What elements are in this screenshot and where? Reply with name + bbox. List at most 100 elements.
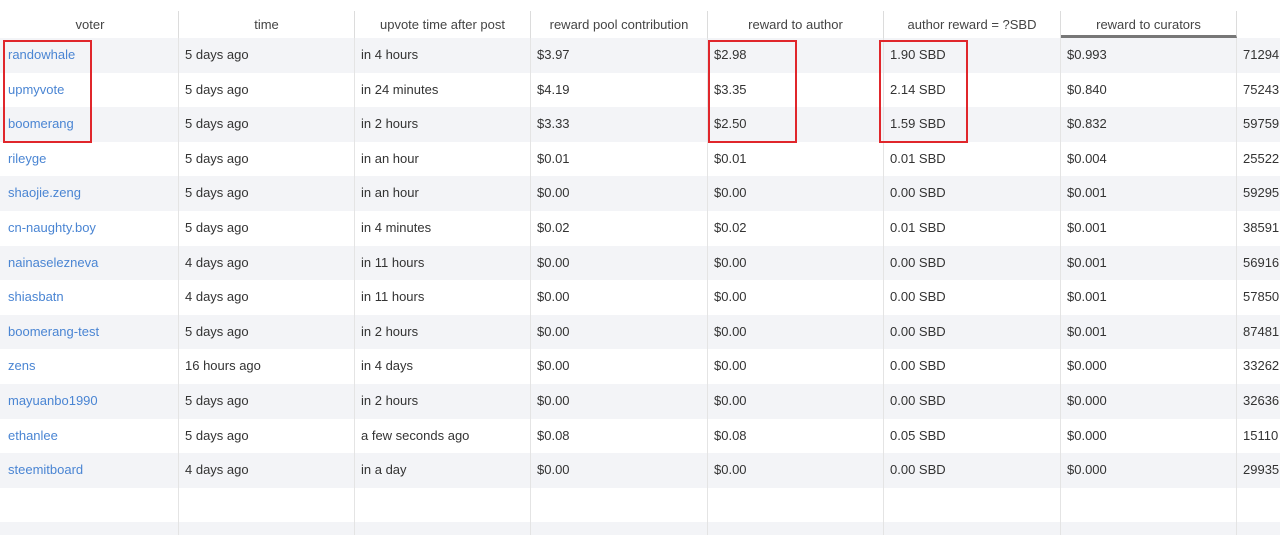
cell-reward-author: $0.00 <box>708 176 884 211</box>
cell-reward-curators: $0.001 <box>1061 176 1237 211</box>
table-row: shaojie.zeng 5 days ago in an hour $0.00 $0.… <box>0 176 1280 211</box>
column-header-extra[interactable] <box>1237 11 1280 38</box>
table-row: mayuanbo1990 5 days ago in 2 hours $0.00 $0.… <box>0 384 1280 419</box>
cell-author-sbd: 1.90 SBD <box>884 38 1061 73</box>
cell-upvote-time: in an hour <box>355 176 531 211</box>
cell-extra: 56916 <box>1243 254 1280 270</box>
cell-extra: 15110 <box>1243 427 1279 443</box>
cell-author-sbd: 0.05 SBD <box>884 418 1061 454</box>
cell-extra: 57850 <box>1243 289 1280 305</box>
cell-time: 5 days ago <box>179 384 355 419</box>
cell-reward-author: $2.50 <box>708 107 884 142</box>
table-row: zens 16 hours ago in 4 days $0.00 $0.00 0.00 … <box>0 349 1280 384</box>
cell-time: 5 days ago <box>179 107 355 142</box>
cell-reward-curators: $0.001 <box>1061 314 1237 350</box>
voter-link[interactable]: boomerang-test <box>2 314 179 350</box>
cell-reward-pool: $0.00 <box>531 176 708 211</box>
cell-extra: 71294 <box>1243 47 1280 62</box>
table-row: boomerang 5 days ago in 2 hours $3.33 $2.50 1… <box>0 107 1280 142</box>
cell-upvote-time: in 2 hours <box>355 384 531 419</box>
cell-reward-author: $0.00 <box>708 280 884 315</box>
cell-reward-curators: $0.004 <box>1061 141 1237 177</box>
cell-extra: 87481 <box>1243 323 1280 339</box>
cell-upvote-time: in 4 days <box>355 349 531 384</box>
cell-reward-curators: $0.001 <box>1061 245 1237 281</box>
voter-link[interactable]: rileyge <box>2 141 179 177</box>
cell-time: 5 days ago <box>179 72 355 108</box>
cell-reward-author: $0.00 <box>708 245 884 281</box>
voter-link[interactable]: nainaselezneva <box>2 245 179 281</box>
cell-reward-pool: $3.33 <box>531 107 708 142</box>
cell-author-sbd: 0.00 SBD <box>884 314 1061 350</box>
table-row: upmyvote 5 days ago in 24 minutes $4.19 $3.3… <box>0 72 1280 108</box>
cell-reward-author: $0.00 <box>708 453 884 488</box>
cell-reward-author: $3.35 <box>708 72 884 108</box>
cell-reward-author: $0.00 <box>708 349 884 384</box>
cell-author-sbd: 2.14 SBD <box>884 72 1061 108</box>
voter-link[interactable]: upmyvote <box>2 72 179 108</box>
cell-reward-pool <box>531 487 708 523</box>
cell-upvote-time: in 4 minutes <box>355 211 531 246</box>
cell-time: 5 days ago <box>179 418 355 454</box>
cell-author-sbd: 0.00 SBD <box>884 453 1061 488</box>
cell-reward-pool: $0.00 <box>531 384 708 419</box>
cell-reward-author <box>708 522 884 535</box>
table-row: rileyge 5 days ago in an hour $0.01 $0.01 0.0… <box>0 141 1280 177</box>
column-header-reward-curators[interactable]: reward to curators <box>1061 11 1237 38</box>
cell-reward-author: $2.98 <box>708 38 884 73</box>
votes-table: voter time upvote time after post reward… <box>0 0 1280 535</box>
column-header-time[interactable]: time <box>179 11 355 38</box>
cell-upvote-time: in an hour <box>355 141 531 177</box>
cell-extra: 75243 <box>1243 81 1280 97</box>
cell-reward-pool: $0.00 <box>531 280 708 315</box>
table-row <box>0 522 1280 535</box>
cell-upvote-time: in 11 hours <box>355 245 531 281</box>
cell-time: 4 days ago <box>179 245 355 281</box>
column-header-reward-pool[interactable]: reward pool contribution <box>531 11 708 38</box>
cell-author-sbd: 0.00 SBD <box>884 384 1061 419</box>
cell-extra: 29935 <box>1243 462 1280 478</box>
cell-reward-pool: $0.01 <box>531 141 708 177</box>
voter-link[interactable]: cn-naughty.boy <box>2 211 179 246</box>
voter-link[interactable]: ethanlee <box>2 418 179 454</box>
voter-link[interactable]: shiasbatn <box>2 280 179 315</box>
cell-reward-pool: $3.97 <box>531 38 708 73</box>
cell-reward-pool: $0.08 <box>531 418 708 454</box>
voter-link[interactable]: zens <box>2 349 179 384</box>
cell-author-sbd <box>884 522 1061 535</box>
column-header-author-reward-sbd[interactable]: author reward = ?SBD <box>884 11 1061 38</box>
voter-link[interactable]: steemitboard <box>2 453 179 488</box>
voter-link[interactable]: boomerang <box>2 107 179 142</box>
cell-time: 4 days ago <box>179 453 355 488</box>
cell-reward-curators: $0.000 <box>1061 453 1237 488</box>
cell-reward-author: $0.00 <box>708 384 884 419</box>
cell-time: 5 days ago <box>179 141 355 177</box>
cell-reward-curators: $0.000 <box>1061 349 1237 384</box>
table-header: voter time upvote time after post reward… <box>0 11 1280 39</box>
cell-reward-pool: $0.00 <box>531 245 708 281</box>
cell-upvote-time <box>355 522 531 535</box>
voter-link[interactable]: mayuanbo1990 <box>2 384 179 419</box>
cell-author-sbd: 0.00 SBD <box>884 349 1061 384</box>
cell-author-sbd: 0.01 SBD <box>884 141 1061 177</box>
cell-upvote-time: in 2 hours <box>355 314 531 350</box>
table-row: steemitboard 4 days ago in a day $0.00 $0.00… <box>0 453 1280 488</box>
cell-author-sbd: 1.59 SBD <box>884 107 1061 142</box>
cell-reward-author: $0.01 <box>708 141 884 177</box>
column-header-voter[interactable]: voter <box>2 11 179 38</box>
cell-extra: 25522 <box>1243 150 1280 166</box>
cell-reward-author: $0.08 <box>708 418 884 454</box>
column-header-reward-author[interactable]: reward to author <box>708 11 884 38</box>
column-header-upvote-time[interactable]: upvote time after post <box>355 11 531 38</box>
voter-link <box>2 522 179 535</box>
cell-extra <box>1237 522 1280 535</box>
cell-extra: 32636 <box>1243 393 1280 408</box>
cell-upvote-time: in 2 hours <box>355 107 531 142</box>
cell-author-sbd: 0.00 SBD <box>884 280 1061 315</box>
cell-reward-author <box>708 487 884 523</box>
cell-author-sbd <box>884 487 1061 523</box>
table-row: boomerang-test 5 days ago in 2 hours $0.00 $… <box>0 314 1280 350</box>
cell-reward-pool <box>531 522 708 535</box>
voter-link[interactable]: shaojie.zeng <box>2 176 179 211</box>
voter-link[interactable]: randowhale <box>2 38 179 73</box>
